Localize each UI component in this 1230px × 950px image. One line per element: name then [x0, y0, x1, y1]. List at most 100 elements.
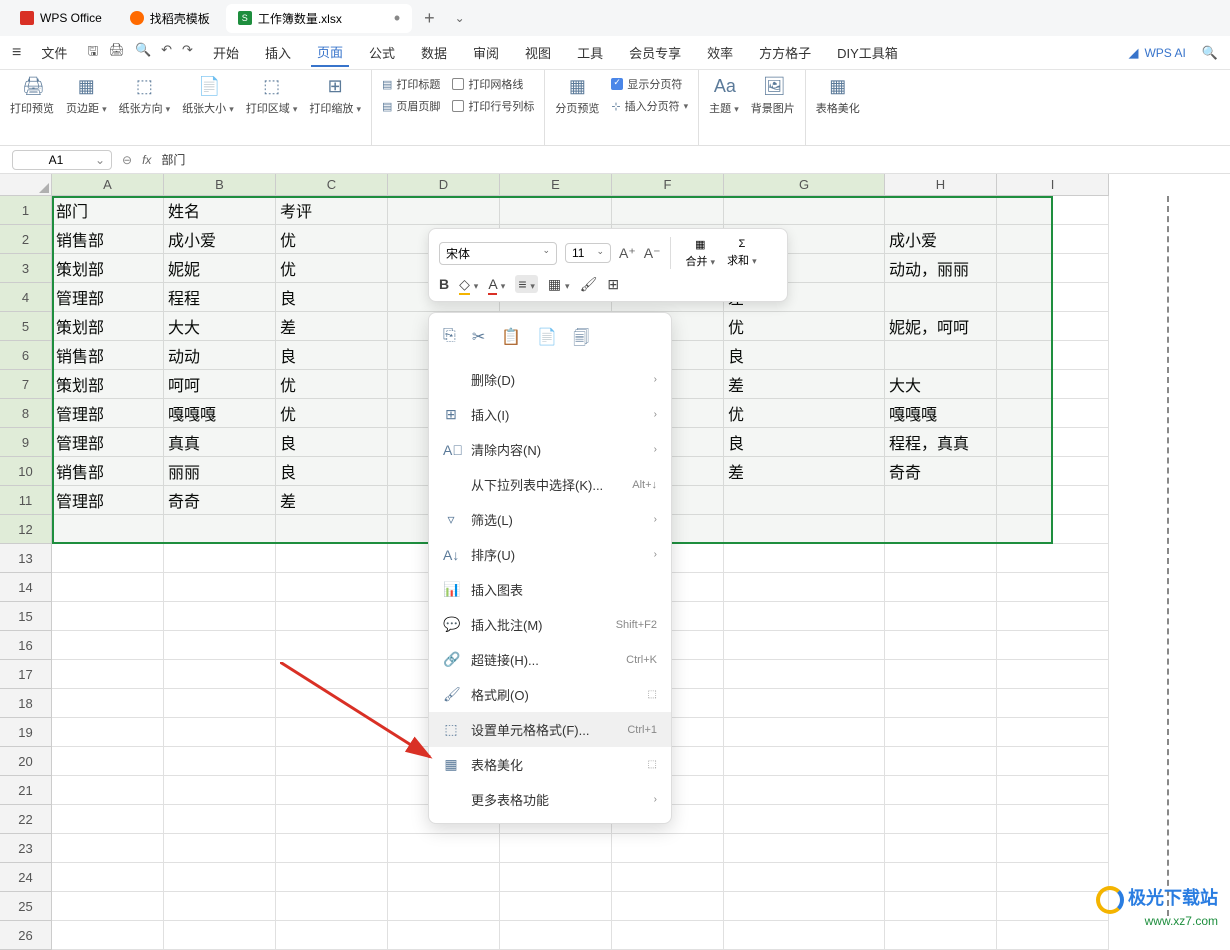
wpsai-label[interactable]: WPS AI: [1144, 46, 1185, 60]
cell[interactable]: [997, 689, 1109, 718]
cell[interactable]: [164, 689, 276, 718]
cell[interactable]: [724, 776, 885, 805]
context-menu-item[interactable]: ·更多表格功能›: [429, 782, 671, 817]
menu-diy[interactable]: DIY工具箱: [831, 39, 904, 66]
cell[interactable]: [276, 631, 388, 660]
cell[interactable]: [724, 834, 885, 863]
menu-tools[interactable]: 工具: [571, 39, 609, 66]
cell[interactable]: [997, 341, 1109, 370]
cell[interactable]: 良: [276, 283, 388, 312]
formula-value[interactable]: 部门: [161, 151, 185, 168]
cell[interactable]: [388, 863, 500, 892]
cell[interactable]: 妮妮: [164, 254, 276, 283]
font-size-select[interactable]: 11⌄: [565, 243, 611, 263]
cell[interactable]: 程程，真真: [885, 428, 997, 457]
cell[interactable]: [164, 544, 276, 573]
cell[interactable]: [52, 515, 164, 544]
new-tab-button[interactable]: +: [416, 8, 443, 29]
decrease-font-icon[interactable]: A⁻: [644, 245, 661, 262]
fx-icon[interactable]: fx: [142, 153, 151, 167]
menu-start[interactable]: 开始: [207, 39, 245, 66]
cell[interactable]: [997, 921, 1109, 950]
cell[interactable]: [724, 196, 885, 225]
increase-font-icon[interactable]: A⁺: [619, 245, 636, 262]
cell[interactable]: [724, 573, 885, 602]
cell[interactable]: [500, 921, 612, 950]
cell[interactable]: [885, 718, 997, 747]
cell[interactable]: [997, 428, 1109, 457]
row-header-5[interactable]: 5: [0, 312, 52, 341]
menu-ffgz[interactable]: 方方格子: [753, 39, 817, 66]
preview-icon[interactable]: 🔍: [135, 42, 151, 64]
cell[interactable]: [724, 515, 885, 544]
cell[interactable]: 管理部: [52, 283, 164, 312]
cell[interactable]: [612, 921, 724, 950]
cell[interactable]: [885, 689, 997, 718]
bold-icon[interactable]: B: [439, 276, 449, 292]
cell[interactable]: 姓名: [164, 196, 276, 225]
cell[interactable]: [724, 631, 885, 660]
align-icon[interactable]: ≡ ▾: [515, 275, 538, 293]
cell[interactable]: 优: [724, 312, 885, 341]
row-header-8[interactable]: 8: [0, 399, 52, 428]
font-select[interactable]: 宋体⌄: [439, 242, 557, 265]
cell[interactable]: [388, 921, 500, 950]
menu-review[interactable]: 审阅: [467, 39, 505, 66]
row-header-25[interactable]: 25: [0, 892, 52, 921]
cell[interactable]: [885, 196, 997, 225]
row-header-10[interactable]: 10: [0, 457, 52, 486]
cell[interactable]: [276, 660, 388, 689]
cell[interactable]: [52, 863, 164, 892]
cell[interactable]: [997, 631, 1109, 660]
row-header-15[interactable]: 15: [0, 602, 52, 631]
cell[interactable]: [52, 921, 164, 950]
btn-insert-break[interactable]: ⊹ 插入分页符 ▾: [611, 98, 688, 114]
undo-icon[interactable]: ↶: [161, 42, 172, 64]
cell[interactable]: 优: [276, 370, 388, 399]
cell[interactable]: [164, 776, 276, 805]
cell[interactable]: [388, 196, 500, 225]
btn-page-break-preview[interactable]: ▦分页预览: [555, 76, 599, 116]
col-header-H[interactable]: H: [885, 174, 997, 196]
cell[interactable]: [164, 921, 276, 950]
cell[interactable]: [724, 486, 885, 515]
cell[interactable]: [885, 863, 997, 892]
cell[interactable]: [724, 921, 885, 950]
btn-theme[interactable]: Aa主题 ▾: [709, 76, 739, 116]
cell[interactable]: 管理部: [52, 428, 164, 457]
row-header-13[interactable]: 13: [0, 544, 52, 573]
btn-orientation[interactable]: ⬚纸张方向 ▾: [119, 76, 171, 116]
context-menu-item[interactable]: ⊞插入(I)›: [429, 397, 671, 432]
row-header-6[interactable]: 6: [0, 341, 52, 370]
btn-print-scale[interactable]: ⊞打印缩放 ▾: [309, 76, 361, 116]
col-header-B[interactable]: B: [164, 174, 276, 196]
cell[interactable]: [885, 776, 997, 805]
cell[interactable]: [52, 834, 164, 863]
search-icon[interactable]: 🔍: [1202, 45, 1218, 61]
format-painter-icon[interactable]: 🖌: [580, 276, 598, 293]
cell[interactable]: 优: [276, 399, 388, 428]
context-menu-item[interactable]: ·从下拉列表中选择(K)...Alt+↓: [429, 467, 671, 502]
cell[interactable]: [52, 747, 164, 776]
menu-efficiency[interactable]: 效率: [701, 39, 739, 66]
col-header-D[interactable]: D: [388, 174, 500, 196]
context-menu-item[interactable]: 💬插入批注(M)Shift+F2: [429, 607, 671, 642]
cell[interactable]: [885, 341, 997, 370]
cell[interactable]: [612, 863, 724, 892]
cell[interactable]: 销售部: [52, 457, 164, 486]
print-icon[interactable]: 🖨: [108, 42, 125, 64]
col-header-G[interactable]: G: [724, 174, 885, 196]
col-header-A[interactable]: A: [52, 174, 164, 196]
cell[interactable]: [164, 718, 276, 747]
redo-icon[interactable]: ↷: [182, 42, 193, 64]
btn-print-area[interactable]: ⬚打印区域 ▾: [246, 76, 298, 116]
cell[interactable]: 良: [276, 341, 388, 370]
cell[interactable]: 策划部: [52, 254, 164, 283]
cell[interactable]: [885, 660, 997, 689]
cell[interactable]: [276, 573, 388, 602]
cell[interactable]: [276, 544, 388, 573]
cell[interactable]: [724, 718, 885, 747]
cell[interactable]: [52, 660, 164, 689]
cell[interactable]: [52, 689, 164, 718]
cell[interactable]: [164, 834, 276, 863]
